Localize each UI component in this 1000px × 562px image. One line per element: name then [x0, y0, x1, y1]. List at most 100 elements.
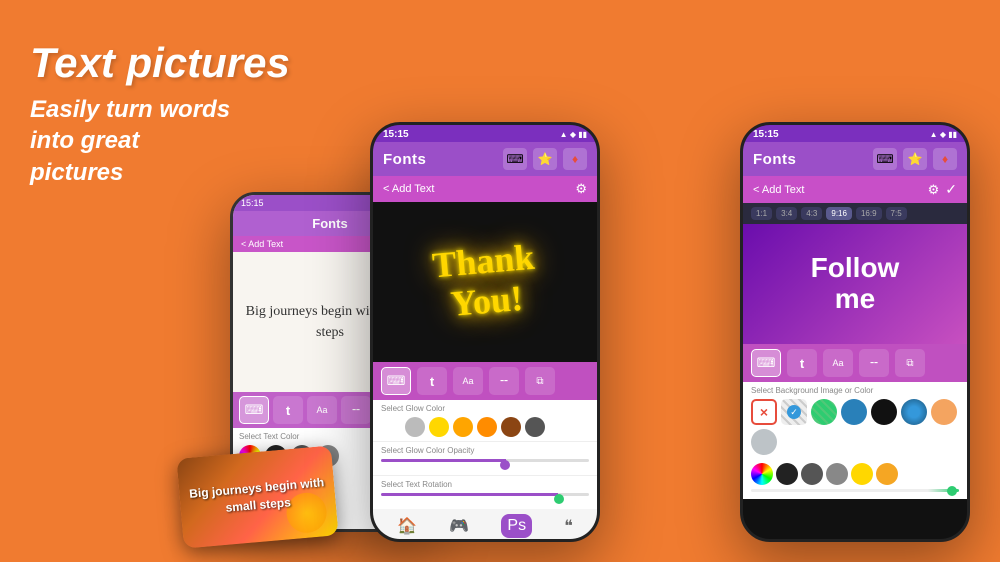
- ratio-1-1[interactable]: 1:1: [751, 207, 772, 220]
- mid-gear-icon[interactable]: ⚙: [575, 181, 587, 197]
- glow-gray[interactable]: [405, 417, 425, 437]
- mid-underline-btn[interactable]: ╌: [489, 367, 519, 395]
- mid-rotation-slider[interactable]: [381, 493, 589, 505]
- bg-gray-item[interactable]: [751, 429, 777, 455]
- mid-add-text-label[interactable]: < Add Text: [383, 183, 434, 195]
- left-phone-fonts-label: Fonts: [312, 216, 347, 231]
- right-yellow-color[interactable]: [851, 463, 873, 485]
- bg-remove-btn[interactable]: ×: [751, 399, 777, 425]
- right-black-color[interactable]: [776, 463, 798, 485]
- glow-orange[interactable]: [453, 417, 473, 437]
- bg-darkblue-item[interactable]: [841, 399, 867, 425]
- phone-mid: 15:15 ▲ ◆ ▮▮ Fonts ⌨ ⭐ ♦ < Add Text ⚙ Th…: [370, 122, 600, 542]
- card-overlay: Big journeys begin with small steps: [176, 445, 338, 548]
- right-canvas-text: Follow me: [811, 253, 900, 315]
- right-bg-section: Select Background Image or Color × ✓: [743, 382, 967, 459]
- mid-star-icon[interactable]: ⭐: [533, 148, 557, 170]
- mid-header-icons: ⌨ ⭐ ♦: [503, 148, 587, 170]
- mid-phone-topbar: 15:15 ▲ ◆ ▮▮: [373, 125, 597, 142]
- right-add-text-bar: < Add Text ⚙ ✓: [743, 176, 967, 203]
- ratio-3-4[interactable]: 3:4: [776, 207, 797, 220]
- mid-glow-colors: [381, 417, 589, 437]
- glow-darkorange[interactable]: [477, 417, 497, 437]
- bg-dotted-item[interactable]: [901, 399, 927, 425]
- phone-right: 15:15 ▲ ◆ ▮▮ Fonts ⌨ ⭐ ♦ < Add Text ⚙ ✓ …: [740, 122, 970, 542]
- mid-copy-btn[interactable]: ⧉: [525, 367, 555, 395]
- right-toolbar: ⌨ t Aa ╌ ⧉: [743, 344, 967, 382]
- mid-nav-home[interactable]: 🏠: [397, 516, 417, 536]
- right-bg-items: × ✓: [751, 399, 959, 455]
- mid-canvas: Thank You!: [373, 202, 597, 362]
- right-aa-btn[interactable]: Aa: [823, 349, 853, 377]
- glow-yellow[interactable]: [429, 417, 449, 437]
- right-font-t-btn[interactable]: t: [787, 349, 817, 377]
- mid-aa-btn[interactable]: Aa: [453, 367, 483, 395]
- right-canvas-line1: Follow: [811, 253, 900, 284]
- right-keyboard-icon[interactable]: ⌨: [873, 148, 897, 170]
- right-gem-icon[interactable]: ♦: [933, 148, 957, 170]
- mid-phone-time: 15:15: [383, 129, 409, 140]
- hero-section: Text pictures Easily turn words into gre…: [30, 40, 290, 188]
- right-header-icons: ⌨ ⭐ ♦: [873, 148, 957, 170]
- right-ratio-bar: 1:1 3:4 4:3 9:16 16:9 7:5: [743, 203, 967, 224]
- right-lightgray-color[interactable]: [826, 463, 848, 485]
- mid-fonts-header: Fonts ⌨ ⭐ ♦: [373, 142, 597, 176]
- right-check-icon[interactable]: ✓: [945, 181, 957, 198]
- ratio-4-3[interactable]: 4:3: [801, 207, 822, 220]
- right-phone-status: ▲ ◆ ▮▮: [930, 130, 957, 139]
- mid-rotation-section: Select Text Rotation: [373, 475, 597, 509]
- mid-opacity-label: Select Glow Color Opacity: [381, 446, 589, 455]
- right-gray-color[interactable]: [801, 463, 823, 485]
- right-star-icon[interactable]: ⭐: [903, 148, 927, 170]
- glow-darkgray[interactable]: [525, 417, 545, 437]
- mid-nav-edit[interactable]: Ps: [501, 514, 532, 538]
- glow-rainbow[interactable]: [381, 417, 401, 437]
- mid-gem-icon[interactable]: ♦: [563, 148, 587, 170]
- right-bg-label: Select Background Image or Color: [751, 386, 959, 395]
- bg-salmon-item[interactable]: [931, 399, 957, 425]
- mid-canvas-line2: You!: [434, 278, 539, 326]
- left-toolbar-underline[interactable]: ╌: [341, 396, 371, 424]
- mid-font-t-btn[interactable]: t: [417, 367, 447, 395]
- mid-opacity-slider[interactable]: [381, 459, 589, 471]
- mid-fonts-title: Fonts: [383, 151, 426, 168]
- left-toolbar-keyboard[interactable]: ⌨: [239, 396, 269, 424]
- ratio-9-16[interactable]: 9:16: [826, 207, 852, 220]
- mid-glow-section: Select Glow Color: [373, 400, 597, 441]
- ratio-7-5[interactable]: 7:5: [886, 207, 907, 220]
- right-add-text-label[interactable]: < Add Text: [753, 184, 804, 196]
- right-header-actions: ⚙ ✓: [928, 181, 957, 198]
- right-color-row: [751, 463, 959, 485]
- glow-brown[interactable]: [501, 417, 521, 437]
- mid-keyboard-icon[interactable]: ⌨: [503, 148, 527, 170]
- hero-subtitle: Easily turn words into great pictures: [30, 94, 290, 188]
- mid-opacity-section: Select Glow Color Opacity: [373, 441, 597, 475]
- ratio-16-9[interactable]: 16:9: [856, 207, 882, 220]
- mid-glow-label: Select Glow Color: [381, 404, 589, 413]
- right-color-section: [743, 459, 967, 499]
- left-phone-time: 15:15: [241, 198, 264, 209]
- mid-keyboard-btn[interactable]: ⌨: [381, 367, 411, 395]
- hero-subtitle-line1: Easily turn words: [30, 94, 290, 125]
- bg-diamond-item[interactable]: [811, 399, 837, 425]
- left-toolbar-font[interactable]: t: [273, 396, 303, 424]
- right-bottom-slider[interactable]: [751, 489, 959, 495]
- bg-striped-item[interactable]: ✓: [781, 399, 807, 425]
- mid-nav-game[interactable]: 🎮: [449, 516, 469, 536]
- right-copy-btn[interactable]: ⧉: [895, 349, 925, 377]
- bg-black-item[interactable]: [871, 399, 897, 425]
- right-gear-icon[interactable]: ⚙: [928, 182, 940, 198]
- left-toolbar-aa[interactable]: Aa: [307, 396, 337, 424]
- bg-check-mark: ✓: [787, 405, 801, 419]
- hero-subtitle-line3: pictures: [30, 157, 290, 188]
- right-underline-btn[interactable]: ╌: [859, 349, 889, 377]
- mid-toolbar: ⌨ t Aa ╌ ⧉: [373, 362, 597, 400]
- right-fonts-header: Fonts ⌨ ⭐ ♦: [743, 142, 967, 176]
- right-rainbow-color[interactable]: [751, 463, 773, 485]
- right-keyboard-btn[interactable]: ⌨: [751, 349, 781, 377]
- right-orange-color[interactable]: [876, 463, 898, 485]
- mid-nav-quote[interactable]: ❝: [564, 516, 573, 536]
- hero-title: Text pictures: [30, 40, 290, 86]
- right-phone-topbar: 15:15 ▲ ◆ ▮▮: [743, 125, 967, 142]
- mid-phone-status: ▲ ◆ ▮▮: [560, 130, 587, 139]
